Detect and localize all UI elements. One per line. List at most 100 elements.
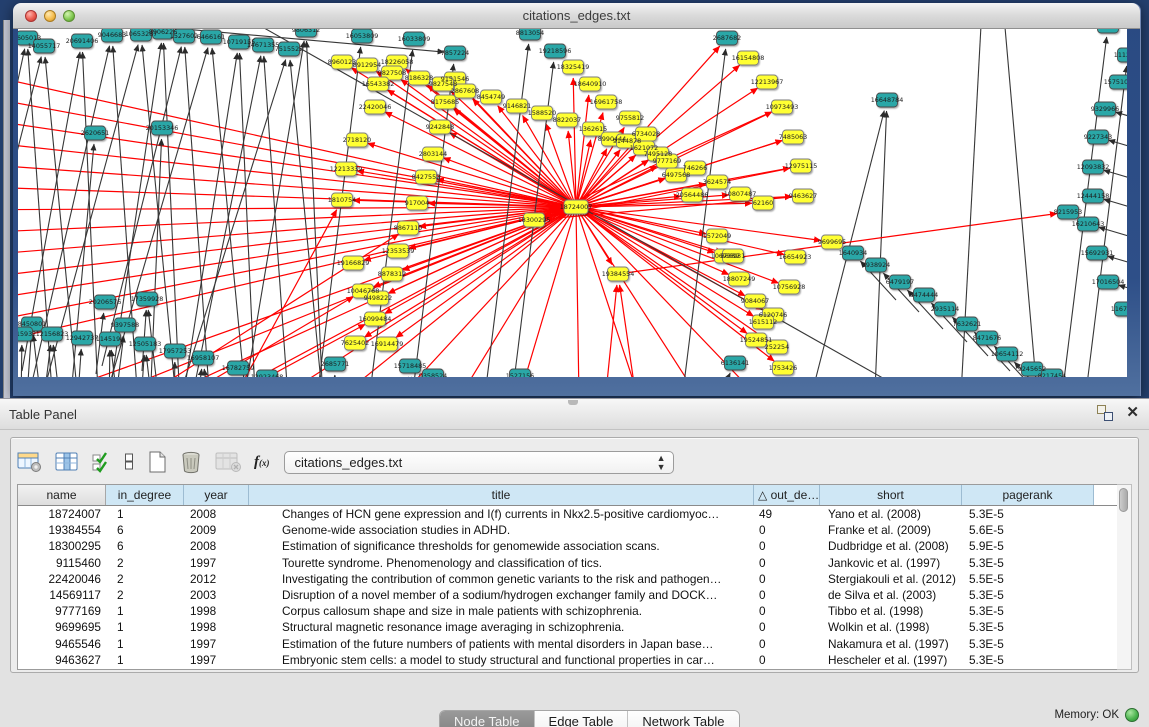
graph-node-label: 2620651 (81, 129, 109, 137)
graph-node-label: 10973493 (766, 103, 799, 111)
graph-node-label: 746266 (683, 164, 707, 172)
graph-node-label: 12975115 (785, 162, 818, 170)
table-row[interactable]: 946362711997Embryonic stem cells: a mode… (18, 652, 1120, 668)
splitter-handle[interactable] (568, 400, 578, 405)
table-row[interactable]: 946554611997Estimation of the future num… (18, 636, 1120, 652)
scrollbar-thumb[interactable] (1119, 488, 1128, 512)
cell-out_de: 0 (754, 603, 820, 619)
function-builder-icon[interactable]: f(x) (254, 454, 270, 471)
graph-node-label: 18325419 (557, 63, 590, 71)
column-header-out_de[interactable]: △ out_de… (754, 485, 820, 505)
memory-status-label: Memory: OK (1054, 709, 1119, 721)
float-window-icon[interactable] (1097, 405, 1113, 421)
column-header-pagerank[interactable]: pagerank (962, 485, 1094, 505)
graph-node-label: 17359928 (131, 295, 164, 303)
cell-title: Structural magnetic resonance image aver… (249, 619, 754, 635)
column-header-title[interactable]: title (249, 485, 754, 505)
cell-title: Changes of HCN gene expression and I(f) … (249, 506, 754, 522)
column-visibility-icon[interactable] (55, 451, 79, 473)
cell-name: 9465546 (18, 636, 106, 652)
cell-in_degree: 1 (106, 603, 184, 619)
cell-short: Dudbridge et al. (2008) (820, 538, 962, 554)
graph-node-label: 15718485 (394, 362, 427, 370)
graph-node-label: 2935114 (931, 305, 959, 313)
citation-network-graph[interactable]: 1872400718300295896012389129541822605898… (18, 29, 1127, 377)
node-labels-layer: 1872400718300295896012389129541822605898… (18, 29, 1127, 377)
graph-node-label: 17016504 (1092, 278, 1125, 286)
cell-short: Hescheler et al. (1997) (820, 652, 962, 668)
graph-node-label: 9699695 (818, 238, 846, 246)
cell-year: 1997 (184, 555, 249, 571)
graph-node-label: 12353539 (382, 247, 415, 255)
graph-node-label: 16099484 (359, 315, 392, 323)
graph-node-label: 18724007 (560, 203, 593, 211)
table-panel-title: Table Panel (9, 407, 77, 422)
cell-pagerank: 5.6E-5 (962, 522, 1094, 538)
table-row[interactable]: 911546021997Tourette syndrome. Phenomeno… (18, 555, 1120, 571)
graph-node-label: 1145194 (96, 335, 124, 343)
network-canvas[interactable]: 1872400718300295896012389129541822605898… (18, 29, 1127, 377)
table-scrollbar[interactable] (1117, 484, 1132, 670)
network-view-window: citations_edges.txt (13, 3, 1141, 396)
cell-in_degree: 2 (106, 587, 184, 603)
graph-node-label: 20691406 (66, 37, 99, 45)
cell-pagerank: 5.3E-5 (962, 555, 1094, 571)
cell-year: 1998 (184, 619, 249, 635)
row-height-icon[interactable] (124, 451, 135, 473)
table-row[interactable]: 969969511998Structural magnetic resonanc… (18, 619, 1120, 635)
table-row[interactable]: 2242004622012Investigating the contribut… (18, 571, 1120, 587)
new-table-icon[interactable] (148, 450, 167, 474)
cell-title: Disruption of a novel member of a sodium… (249, 587, 754, 603)
graph-node-label: 9806312 (292, 29, 320, 34)
table-settings-icon[interactable] (17, 451, 42, 473)
table-panel-header: Table Panel ✕ (0, 399, 1149, 430)
table-header-row: namein_degreeyeartitle△ out_de…shortpage… (18, 485, 1120, 506)
select-all-icon[interactable] (92, 451, 111, 473)
graph-node-label: 1112453 (1114, 51, 1127, 59)
graph-node-label: 9397588 (111, 321, 139, 329)
graph-node-label: 12505183 (129, 340, 162, 348)
cell-pagerank: 5.3E-5 (962, 619, 1094, 635)
column-header-year[interactable]: year (184, 485, 249, 505)
tab-node-table[interactable]: Node Table (440, 711, 535, 727)
table-row[interactable]: 1456911722003Disruption of a novel membe… (18, 587, 1120, 603)
tab-edge-table[interactable]: Edge Table (535, 711, 629, 727)
column-header-short[interactable]: short (820, 485, 962, 505)
graph-node-label: 6734028 (632, 130, 660, 138)
graph-node-label: 9777169 (653, 157, 681, 165)
tab-network-table[interactable]: Network Table (628, 711, 738, 727)
graph-node-label: 12923468 (251, 373, 284, 377)
cell-in_degree: 1 (106, 619, 184, 635)
table-row[interactable]: 1938455462009Genome-wide association stu… (18, 522, 1120, 538)
column-header-in_degree[interactable]: in_degree (106, 485, 184, 505)
window-titlebar[interactable]: citations_edges.txt (13, 3, 1140, 29)
table-row[interactable]: 977716911998Corpus callosum shape and si… (18, 603, 1120, 619)
cell-pagerank: 5.3E-5 (962, 652, 1094, 668)
graph-node-label: 8878312 (378, 270, 406, 278)
column-header-name[interactable]: name (18, 485, 106, 505)
delete-rows-icon[interactable] (180, 450, 202, 474)
graph-node-label: 9084067 (741, 297, 769, 305)
cell-pagerank: 5.3E-5 (962, 636, 1094, 652)
graph-node-label: 18226058 (381, 58, 414, 66)
graph-node-label: 16961758 (590, 98, 623, 106)
table-body: 1872400712008Changes of HCN gene express… (18, 506, 1120, 668)
cell-name: 18300295 (18, 538, 106, 554)
graph-node-label: 7625402 (341, 339, 369, 347)
cell-in_degree: 2 (106, 571, 184, 587)
desktop-background: citations_edges.txt (0, 0, 1149, 398)
graph-node-label: 8822037 (553, 116, 581, 124)
table-row[interactable]: 1872400712008Changes of HCN gene express… (18, 506, 1120, 522)
table-selector-dropdown[interactable]: citations_edges.txt▲▼ (284, 451, 674, 474)
table-row[interactable]: 1830029562008Estimation of significance … (18, 538, 1120, 554)
cell-year: 2012 (184, 571, 249, 587)
cell-name: 9699695 (18, 619, 106, 635)
memory-status-icon[interactable] (1125, 708, 1139, 722)
cell-short: Tibbo et al. (1998) (820, 603, 962, 619)
dropdown-stepper-icon: ▲▼ (657, 454, 666, 472)
graph-node-label: 15692931 (1081, 249, 1114, 257)
cell-title: Investigating the contribution of common… (249, 571, 754, 587)
graph-node-label: 18640910 (574, 80, 607, 88)
cell-pagerank: 5.3E-5 (962, 587, 1094, 603)
close-panel-icon[interactable]: ✕ (1126, 405, 1139, 421)
